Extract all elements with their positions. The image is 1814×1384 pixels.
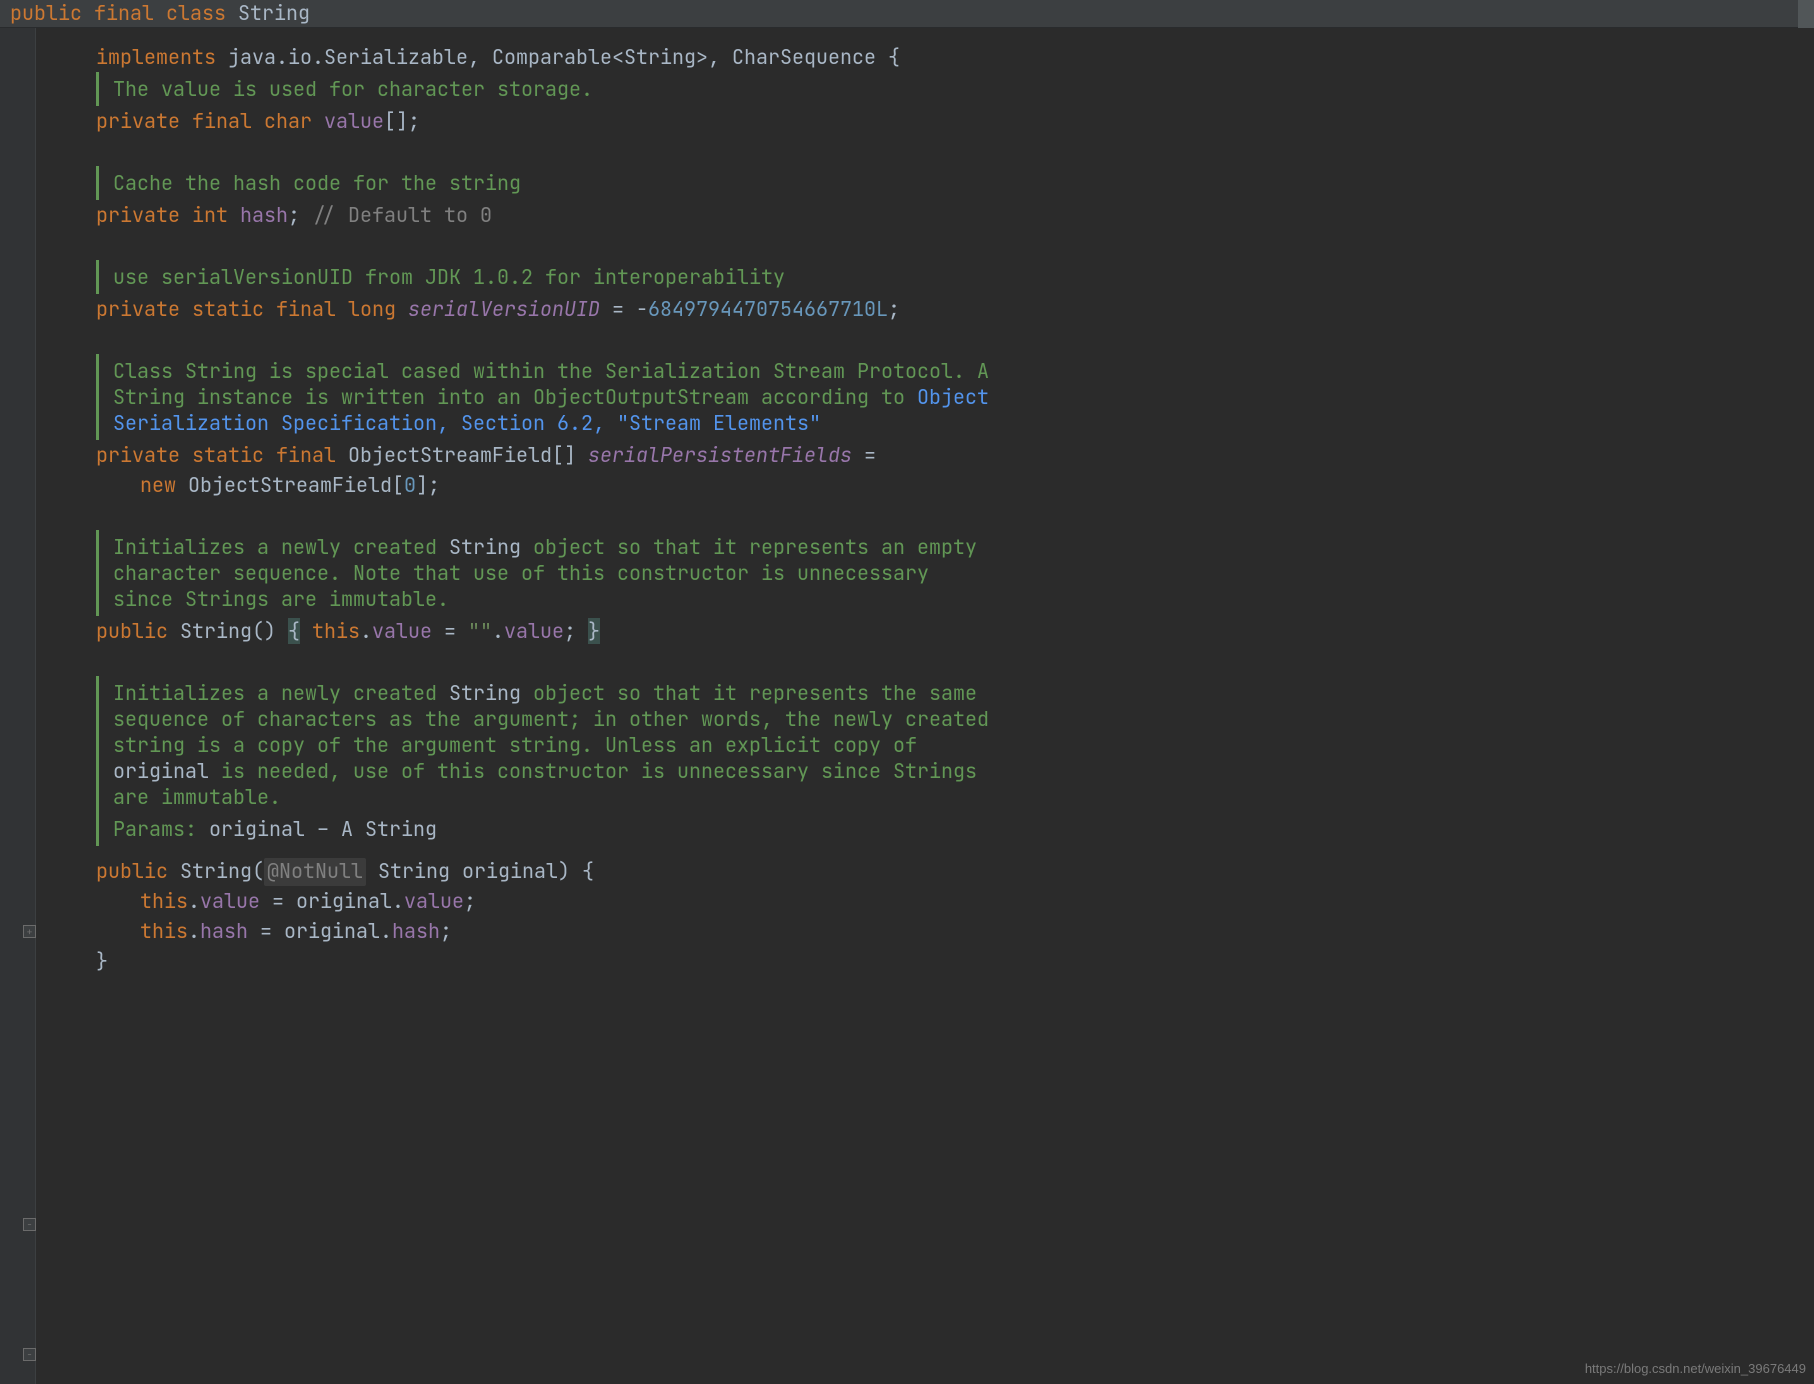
code-line: this.value = original.value; [36, 886, 1814, 916]
annotation: @NotNull [267, 858, 363, 884]
params-label: Params: [113, 816, 209, 842]
code-line: private final char value[]; [36, 106, 1814, 136]
code-line: public String(@NotNull String original) … [36, 856, 1814, 886]
fold-icon[interactable]: + [23, 925, 36, 938]
kw-class: class [166, 0, 226, 26]
code-editor[interactable]: implements java.io.Serializable, Compara… [36, 28, 1814, 1384]
fold-icon[interactable]: − [23, 1218, 36, 1231]
watermark: https://blog.csdn.net/weixin_39676449 [1585, 1361, 1806, 1376]
code-line: private int hash; // Default to 0 [36, 200, 1814, 230]
class-name: String [238, 0, 310, 26]
code-line: private static final ObjectStreamField[]… [36, 440, 1814, 470]
code-line: new ObjectStreamField[0]; [36, 470, 1814, 500]
kw-final: final [94, 0, 154, 26]
fold-icon[interactable]: − [23, 1348, 36, 1361]
code-line: public String() { this.value = "".value;… [36, 616, 1814, 646]
javadoc-block: Cache the hash code for the string [96, 166, 996, 200]
javadoc-block: Initializes a newly created String objec… [96, 530, 996, 616]
code-line: } [36, 946, 1814, 976]
code-line: private static final long serialVersionU… [36, 294, 1814, 324]
javadoc-block: Initializes a newly created String objec… [96, 676, 996, 846]
code-line: this.hash = original.hash; [36, 916, 1814, 946]
kw-public: public [10, 0, 82, 26]
file-tab-edge-icon[interactable] [1798, 0, 1814, 28]
javadoc-block: Class String is special cased within the… [96, 354, 996, 440]
code-line: implements java.io.Serializable, Compara… [36, 42, 1814, 72]
javadoc-block: use serialVersionUID from JDK 1.0.2 for … [96, 260, 996, 294]
sticky-class-header: public final class String [0, 0, 1814, 28]
editor-gutter: + − − [0, 0, 36, 1384]
javadoc-block: The value is used for character storage. [96, 72, 996, 106]
